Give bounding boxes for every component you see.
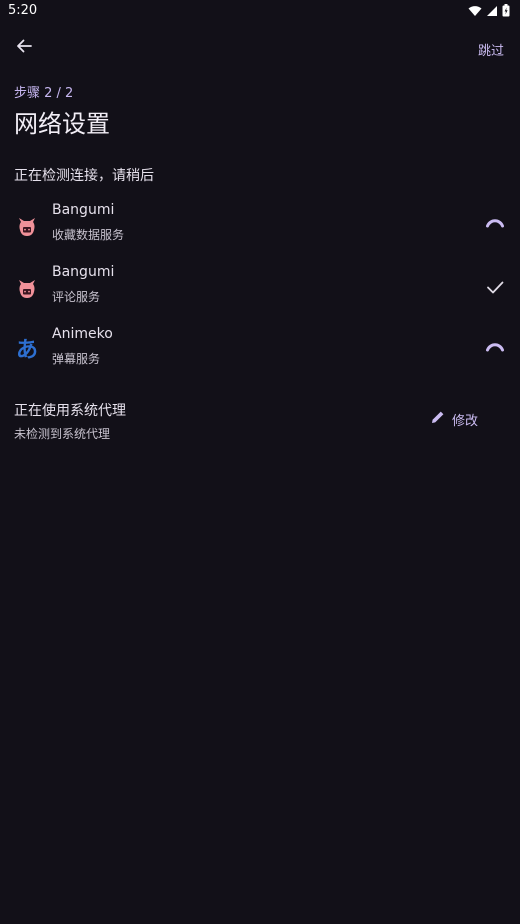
connection-check-title: 正在检测连接，请稍后 (14, 168, 154, 184)
bangumi-icon (14, 276, 40, 302)
status-bar: 5:20 (0, 0, 520, 22)
battery-icon (502, 4, 510, 17)
skip-button[interactable]: 跳过 (478, 40, 504, 59)
signal-icon (486, 5, 498, 17)
animeko-icon: あ (14, 338, 40, 364)
service-description: 收藏数据服务 (52, 228, 125, 242)
pencil-icon (430, 409, 446, 429)
wifi-icon (468, 5, 482, 17)
proxy-title: 正在使用系统代理 (14, 403, 126, 419)
back-button[interactable] (10, 34, 38, 62)
edit-label: 修改 (452, 413, 479, 429)
status-time: 5:20 (8, 3, 38, 18)
loading-spinner-icon (484, 214, 506, 236)
bangumi-icon (14, 214, 40, 240)
service-name: Bangumi (52, 264, 115, 280)
page-title: 网络设置 (14, 110, 110, 138)
service-description: 弹幕服务 (52, 352, 101, 366)
step-indicator: 步骤 2 / 2 (14, 86, 74, 101)
service-row-bangumi-comments: Bangumi 评论服务 (0, 264, 520, 320)
edit-proxy-button[interactable]: 修改 (430, 404, 478, 434)
check-icon (484, 276, 506, 298)
arrow-left-icon (15, 37, 33, 59)
service-row-bangumi-collection: Bangumi 收藏数据服务 (0, 202, 520, 258)
service-description: 评论服务 (52, 290, 101, 304)
service-name: Animeko (52, 326, 113, 342)
service-row-animeko-danmaku: あ Animeko 弹幕服务 (0, 326, 520, 382)
service-name: Bangumi (52, 202, 115, 218)
loading-spinner-icon (484, 338, 506, 360)
animeko-glyph: あ (15, 338, 38, 363)
status-icons (468, 4, 510, 17)
proxy-description: 未检测到系统代理 (14, 427, 111, 441)
